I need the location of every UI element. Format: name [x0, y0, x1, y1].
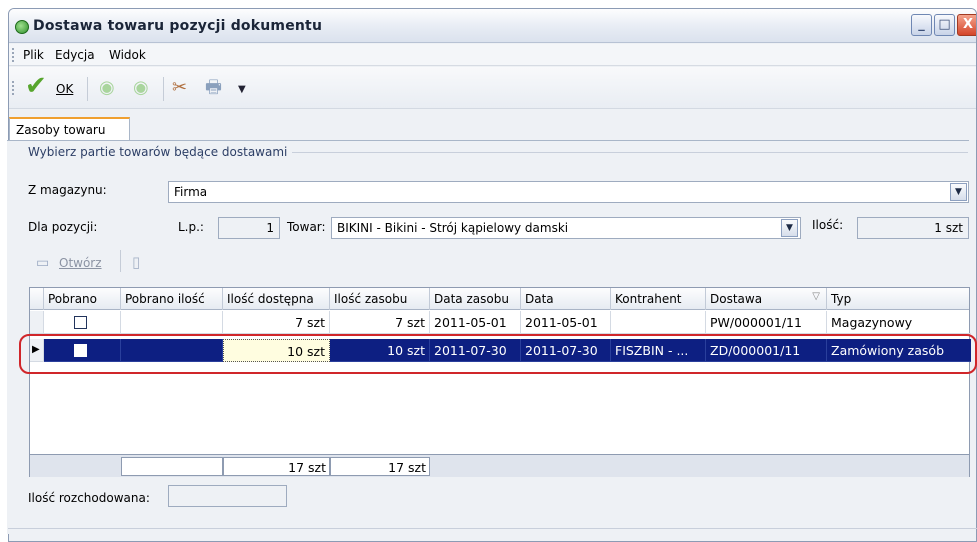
document-icon[interactable]: ▯ [132, 253, 140, 271]
column-header-typ[interactable]: Typ [827, 288, 971, 310]
rozchodowana-field [168, 485, 287, 507]
ilosc-field: 1 szt [857, 217, 969, 239]
dla-pozycji-label: Dla pozycji: [28, 220, 98, 234]
data-grid: Pobrano Pobrano ilość Ilość dostępna Ilo… [29, 287, 971, 477]
title-bar: Dostawa towaru pozycji dokumentu _ □ X [9, 9, 976, 43]
toolbar-separator [163, 77, 164, 101]
lp-value: 1 [266, 221, 274, 235]
footer-ilosc-zasobu: 17 szt [330, 457, 430, 476]
data-zasobu-cell[interactable]: 2011-05-01 [430, 311, 521, 334]
ilosc-dostepna-cell[interactable]: 7 szt [223, 311, 330, 334]
data-cell[interactable]: 2011-05-01 [521, 311, 611, 334]
lp-label: L.p.: [178, 220, 204, 234]
maximize-icon: □ [938, 17, 951, 32]
column-header-pobrano[interactable]: Pobrano [44, 288, 121, 310]
printer-icon[interactable]: 🖶 [205, 77, 222, 99]
pobrano-ilosc-cell[interactable] [121, 311, 223, 334]
highlight-annotation [19, 334, 977, 374]
row-selector-header [30, 288, 44, 310]
magazyn-dropdown-icon[interactable]: ▼ [950, 183, 967, 201]
window-title: Dostawa towaru pozycji dokumentu [33, 18, 323, 34]
maximize-button[interactable]: □ [934, 14, 955, 36]
close-icon: X [962, 17, 974, 32]
column-header-pobrano-ilosc[interactable]: Pobrano ilość [121, 288, 223, 310]
footer-pobrano-ilosc [121, 457, 223, 476]
forward-icon[interactable]: ◉ [133, 77, 149, 99]
back-icon[interactable]: ◉ [99, 77, 115, 99]
rozchodowana-label: Ilość rozchodowana: [28, 491, 150, 505]
menu-widok[interactable]: Widok [109, 48, 146, 62]
table-row[interactable]: 7 szt 7 szt 2011-05-01 2011-05-01 PW/000… [30, 311, 971, 334]
towar-label: Towar: [287, 220, 326, 234]
print-dropdown-icon[interactable]: ▼ [238, 79, 246, 101]
towar-dropdown-icon[interactable]: ▼ [781, 219, 798, 237]
footer-ilosc-dostepna: 17 szt [223, 457, 330, 476]
toolbar: ✔ OK ◉ ◉ ✂ 🖶 ▼ [9, 67, 976, 109]
ilosc-label: Ilość: [812, 218, 844, 232]
magazyn-value: Firma [174, 185, 208, 199]
dostawa-cell[interactable]: PW/000001/11 [706, 311, 827, 334]
close-button[interactable]: X [957, 14, 976, 36]
typ-cell[interactable]: Magazynowy [827, 311, 971, 334]
menu-grip [12, 48, 14, 62]
row-selector[interactable] [30, 311, 44, 334]
section-divider [292, 152, 968, 153]
column-header-data-zasobu[interactable]: Data zasobu [430, 288, 521, 310]
toolbar-separator [120, 250, 121, 272]
kontrahent-cell[interactable] [611, 311, 706, 334]
column-header-data[interactable]: Data [521, 288, 611, 310]
ilosc-zasobu-cell[interactable]: 7 szt [330, 311, 430, 334]
otworz-button[interactable]: Otwórz [59, 256, 102, 270]
menu-bar: Plik Edycja Widok [9, 44, 976, 66]
magazyn-label: Z magazynu: [28, 183, 107, 197]
lp-field: 1 [218, 217, 280, 239]
column-header-kontrahent[interactable]: Kontrahent [611, 288, 706, 310]
toolbar-separator [87, 77, 88, 101]
tools-icon[interactable]: ✂ [172, 77, 187, 99]
menu-edycja[interactable]: Edycja [55, 48, 95, 62]
column-header-ilosc-zasobu[interactable]: Ilość zasobu [330, 288, 430, 310]
column-header-ilosc-dostepna[interactable]: Ilość dostępna [223, 288, 330, 310]
towar-value: BIKINI - Bikini - Strój kąpielowy damski [337, 221, 569, 235]
ok-check-icon[interactable]: ✔ [25, 73, 47, 99]
magazyn-select[interactable]: Firma [168, 181, 969, 203]
grid-footer: 17 szt 17 szt [30, 454, 969, 477]
section-title: Wybierz partie towarów będące dostawami [28, 145, 288, 159]
dostawa-header-label: Dostawa [710, 292, 763, 306]
toolbar-grip [12, 81, 14, 95]
grid-header: Pobrano Pobrano ilość Ilość dostępna Ilo… [30, 288, 969, 310]
minimize-button[interactable]: _ [911, 14, 932, 36]
ok-button[interactable]: OK [56, 82, 73, 96]
menu-plik[interactable]: Plik [23, 48, 44, 62]
pobrano-checkbox[interactable] [74, 316, 87, 329]
filter-icon[interactable]: ▽ [812, 291, 820, 302]
towar-select[interactable]: BIKINI - Bikini - Strój kąpielowy damski [331, 217, 801, 239]
ilosc-value: 1 szt [934, 221, 963, 235]
status-divider [8, 528, 977, 529]
minimize-icon: _ [918, 17, 925, 32]
pobrano-cell[interactable] [44, 311, 121, 334]
column-header-dostawa[interactable]: Dostawa ▽ [706, 288, 827, 310]
tab-zasoby-towaru[interactable]: Zasoby towaru [9, 117, 130, 141]
app-icon [15, 20, 29, 34]
open-icon[interactable]: ▭ [36, 255, 49, 271]
